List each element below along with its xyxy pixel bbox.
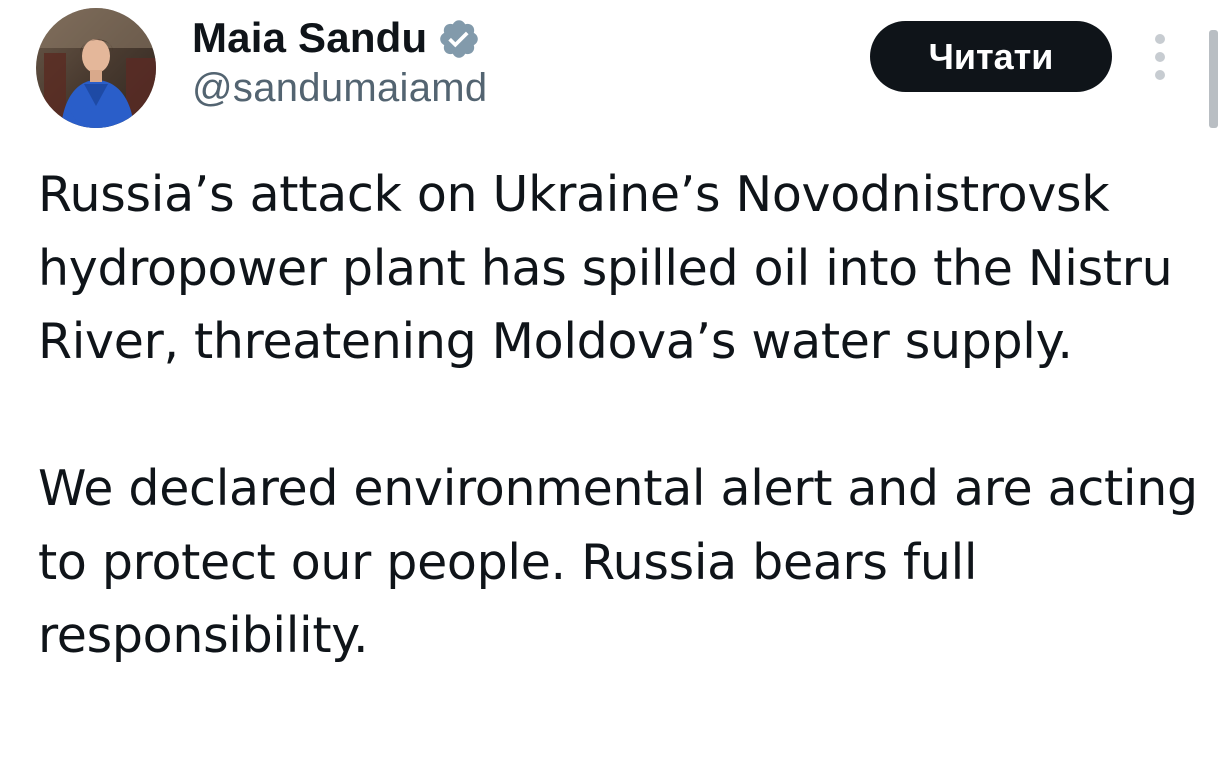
author-name-row: Maia Sandu (192, 10, 481, 66)
avatar-image (36, 8, 156, 128)
author-handle[interactable]: @sandumaiamd (192, 66, 487, 111)
display-name[interactable]: Maia Sandu (192, 14, 427, 62)
follow-button[interactable]: Читати (870, 21, 1112, 92)
tweet-card: Maia Sandu @sandumaiamd Читати Russia’s … (0, 0, 1220, 767)
avatar[interactable] (36, 8, 156, 128)
more-dot (1155, 34, 1165, 44)
more-dot (1155, 52, 1165, 62)
tweet-text: Russia’s attack on Ukraine’s Novodnistro… (38, 158, 1208, 673)
verified-badge-icon (437, 17, 481, 61)
scrollbar-thumb[interactable] (1209, 30, 1218, 128)
tweet-paragraph-1: Russia’s attack on Ukraine’s Novodnistro… (38, 166, 1173, 370)
more-vertical-icon[interactable] (1148, 34, 1172, 80)
more-dot (1155, 70, 1165, 80)
tweet-paragraph-2: We declared environmental alert and are … (38, 460, 1198, 664)
